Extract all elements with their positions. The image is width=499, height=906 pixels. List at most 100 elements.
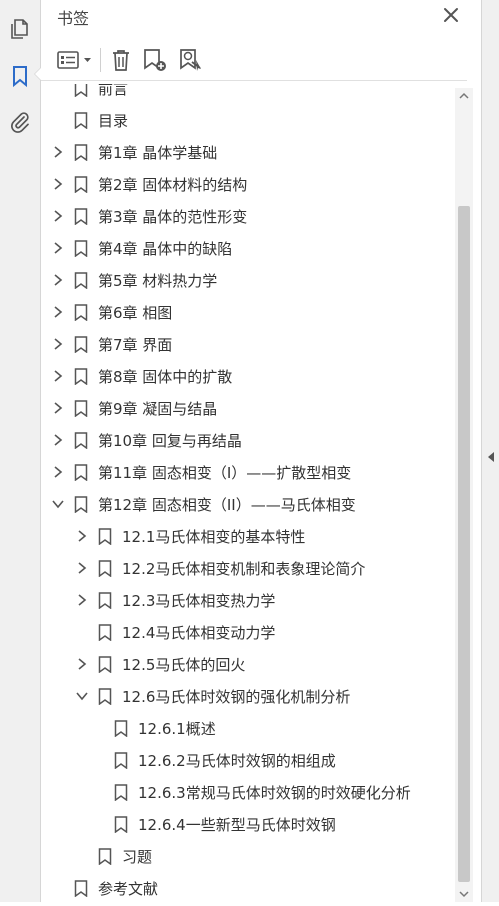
pages-thumbnail-icon[interactable] bbox=[8, 17, 32, 41]
panel-title: 书签 bbox=[57, 9, 90, 28]
bookmarks-icon[interactable] bbox=[8, 64, 32, 88]
bookmark-label: 第2章 固体材料的结构 bbox=[98, 176, 248, 194]
bookmark-item[interactable]: 第8章 固体中的扩散 bbox=[41, 360, 457, 392]
bookmark-icon bbox=[74, 304, 88, 322]
bookmark-from-selection-button[interactable] bbox=[178, 48, 204, 72]
bookmark-item[interactable]: 第5章 材料热力学 bbox=[41, 264, 457, 296]
chevron-right-icon[interactable] bbox=[75, 656, 89, 672]
bookmark-label: 第3章 晶体的范性形变 bbox=[98, 208, 248, 226]
bookmarks-panel: 书签 前言 目录 第1章 晶体学基础 第2章 固体材料的结构 第3章 晶体的范性… bbox=[41, 0, 481, 902]
navigation-rail bbox=[0, 0, 42, 902]
bookmark-icon bbox=[74, 880, 88, 898]
bookmark-item[interactable]: 第2章 固体材料的结构 bbox=[41, 168, 457, 200]
bookmark-label: 12.6.1概述 bbox=[138, 720, 216, 738]
options-menu-button[interactable] bbox=[57, 48, 95, 72]
bookmark-label: 参考文献 bbox=[98, 880, 159, 898]
bookmark-item[interactable]: 第6章 相图 bbox=[41, 296, 457, 328]
bookmark-tree: 前言目录第1章 晶体学基础第2章 固体材料的结构 第3章 晶体的范性形变第4章 晶… bbox=[41, 84, 457, 902]
bookmark-label: 12.6.2马氏体时效钢的相组成 bbox=[138, 752, 336, 770]
bookmark-icon bbox=[98, 528, 112, 546]
chevron-right-icon[interactable] bbox=[51, 176, 65, 192]
delete-bookmark-button[interactable] bbox=[109, 48, 133, 72]
bookmark-item[interactable]: 第1章 晶体学基础 bbox=[41, 136, 457, 168]
bookmark-label: 12.6.3常规马氏体时效钢的时效硬化分析 bbox=[138, 784, 411, 802]
chevron-right-icon[interactable] bbox=[51, 208, 65, 224]
bookmark-item[interactable]: 12.3马氏体相变热力学 bbox=[41, 584, 457, 616]
chevron-down-icon[interactable] bbox=[75, 688, 89, 704]
bookmark-item[interactable]: 12.6.2马氏体时效钢的相组成 bbox=[41, 744, 457, 776]
bookmark-icon bbox=[74, 240, 88, 258]
bookmark-item[interactable]: 第4章 晶体中的缺陷 bbox=[41, 232, 457, 264]
chevron-right-icon[interactable] bbox=[51, 368, 65, 384]
bookmark-item[interactable]: 目录 bbox=[41, 104, 457, 136]
chevron-down-icon[interactable] bbox=[51, 496, 65, 512]
chevron-right-icon[interactable] bbox=[51, 400, 65, 416]
vertical-scrollbar[interactable] bbox=[455, 88, 473, 902]
bookmark-icon bbox=[98, 688, 112, 706]
bookmark-label: 12.5马氏体的回火 bbox=[122, 656, 246, 674]
bookmark-icon bbox=[98, 560, 112, 578]
bookmark-label: 第11章 固态相变（I）——扩散型相变 bbox=[98, 464, 352, 482]
bookmark-label: 目录 bbox=[98, 112, 129, 130]
bookmark-label: 12.6马氏体时效钢的强化机制分析 bbox=[122, 688, 351, 706]
bookmark-label: 前言 bbox=[98, 84, 129, 98]
bookmark-icon bbox=[98, 656, 112, 674]
options-list-icon bbox=[57, 51, 91, 69]
trash-icon bbox=[113, 50, 129, 71]
scroll-down-arrow-icon[interactable] bbox=[455, 886, 473, 902]
bookmark-icon bbox=[74, 112, 88, 130]
bookmark-icon bbox=[98, 624, 112, 642]
chevron-right-icon[interactable] bbox=[51, 336, 65, 352]
collapse-panel-arrow-icon[interactable] bbox=[487, 447, 495, 462]
panel-splitter[interactable] bbox=[481, 0, 499, 902]
bookmark-icon bbox=[74, 176, 88, 194]
chevron-right-icon[interactable] bbox=[51, 304, 65, 320]
bookmark-label: 第1章 晶体学基础 bbox=[98, 144, 218, 162]
chevron-right-icon[interactable] bbox=[51, 464, 65, 480]
chevron-right-icon[interactable] bbox=[51, 240, 65, 256]
bookmark-label: 12.4马氏体相变动力学 bbox=[122, 624, 276, 642]
bookmark-item[interactable]: 12.1马氏体相变的基本特性 bbox=[41, 520, 457, 552]
scroll-up-arrow-icon[interactable] bbox=[455, 88, 473, 104]
bookmark-label: 12.6.4一些新型马氏体时效钢 bbox=[138, 816, 336, 834]
bookmarks-toolbar bbox=[41, 40, 467, 81]
bookmark-item[interactable]: 第11章 固态相变（I）——扩散型相变 bbox=[41, 456, 457, 488]
bookmark-item[interactable]: 第10章 回复与再结晶 bbox=[41, 424, 457, 456]
chevron-right-icon[interactable] bbox=[75, 592, 89, 608]
bookmark-item[interactable]: 前言 bbox=[41, 84, 457, 104]
scrollbar-thumb[interactable] bbox=[458, 206, 470, 882]
bookmark-item[interactable]: 12.6马氏体时效钢的强化机制分析 bbox=[41, 680, 457, 712]
bookmark-icon bbox=[74, 84, 88, 98]
bookmark-label: 习题 bbox=[122, 848, 153, 866]
bookmark-item[interactable]: 第7章 界面 bbox=[41, 328, 457, 360]
bookmark-icon bbox=[74, 432, 88, 450]
bookmark-icon bbox=[114, 784, 128, 802]
attachments-paperclip-icon[interactable] bbox=[8, 110, 32, 134]
new-bookmark-button[interactable] bbox=[142, 48, 168, 72]
bookmark-item[interactable]: 第12章 固态相变（II）——马氏体相变 bbox=[41, 488, 457, 520]
bookmark-item[interactable]: 12.6.1概述 bbox=[41, 712, 457, 744]
bookmark-item[interactable]: 12.4马氏体相变动力学 bbox=[41, 616, 457, 648]
bookmark-label: 第7章 界面 bbox=[98, 336, 173, 354]
chevron-right-icon[interactable] bbox=[75, 528, 89, 544]
bookmark-item[interactable]: 参考文献 bbox=[41, 872, 457, 902]
bookmark-item[interactable]: 习题 bbox=[41, 840, 457, 872]
chevron-right-icon[interactable] bbox=[51, 272, 65, 288]
bookmark-label: 第10章 回复与再结晶 bbox=[98, 432, 242, 450]
close-icon[interactable] bbox=[441, 5, 461, 25]
chevron-right-icon[interactable] bbox=[75, 560, 89, 576]
bookmark-label: 第6章 相图 bbox=[98, 304, 173, 322]
chevron-right-icon[interactable] bbox=[51, 144, 65, 160]
bookmark-item[interactable]: 12.6.3常规马氏体时效钢的时效硬化分析 bbox=[41, 776, 457, 808]
bookmark-icon bbox=[114, 816, 128, 834]
bookmark-item[interactable]: 12.5马氏体的回火 bbox=[41, 648, 457, 680]
bookmark-item[interactable]: 第9章 凝固与结晶 bbox=[41, 392, 457, 424]
toolbar-separator bbox=[100, 48, 101, 72]
bookmark-label: 第8章 固体中的扩散 bbox=[98, 368, 233, 386]
chevron-right-icon[interactable] bbox=[51, 432, 65, 448]
bookmark-label: 12.3马氏体相变热力学 bbox=[122, 592, 276, 610]
bookmark-item[interactable]: 12.2马氏体相变机制和表象理论简介 bbox=[41, 552, 457, 584]
bookmark-item[interactable]: 12.6.4一些新型马氏体时效钢 bbox=[41, 808, 457, 840]
bookmark-item[interactable]: 第3章 晶体的范性形变 bbox=[41, 200, 457, 232]
bookmark-icon bbox=[114, 752, 128, 770]
